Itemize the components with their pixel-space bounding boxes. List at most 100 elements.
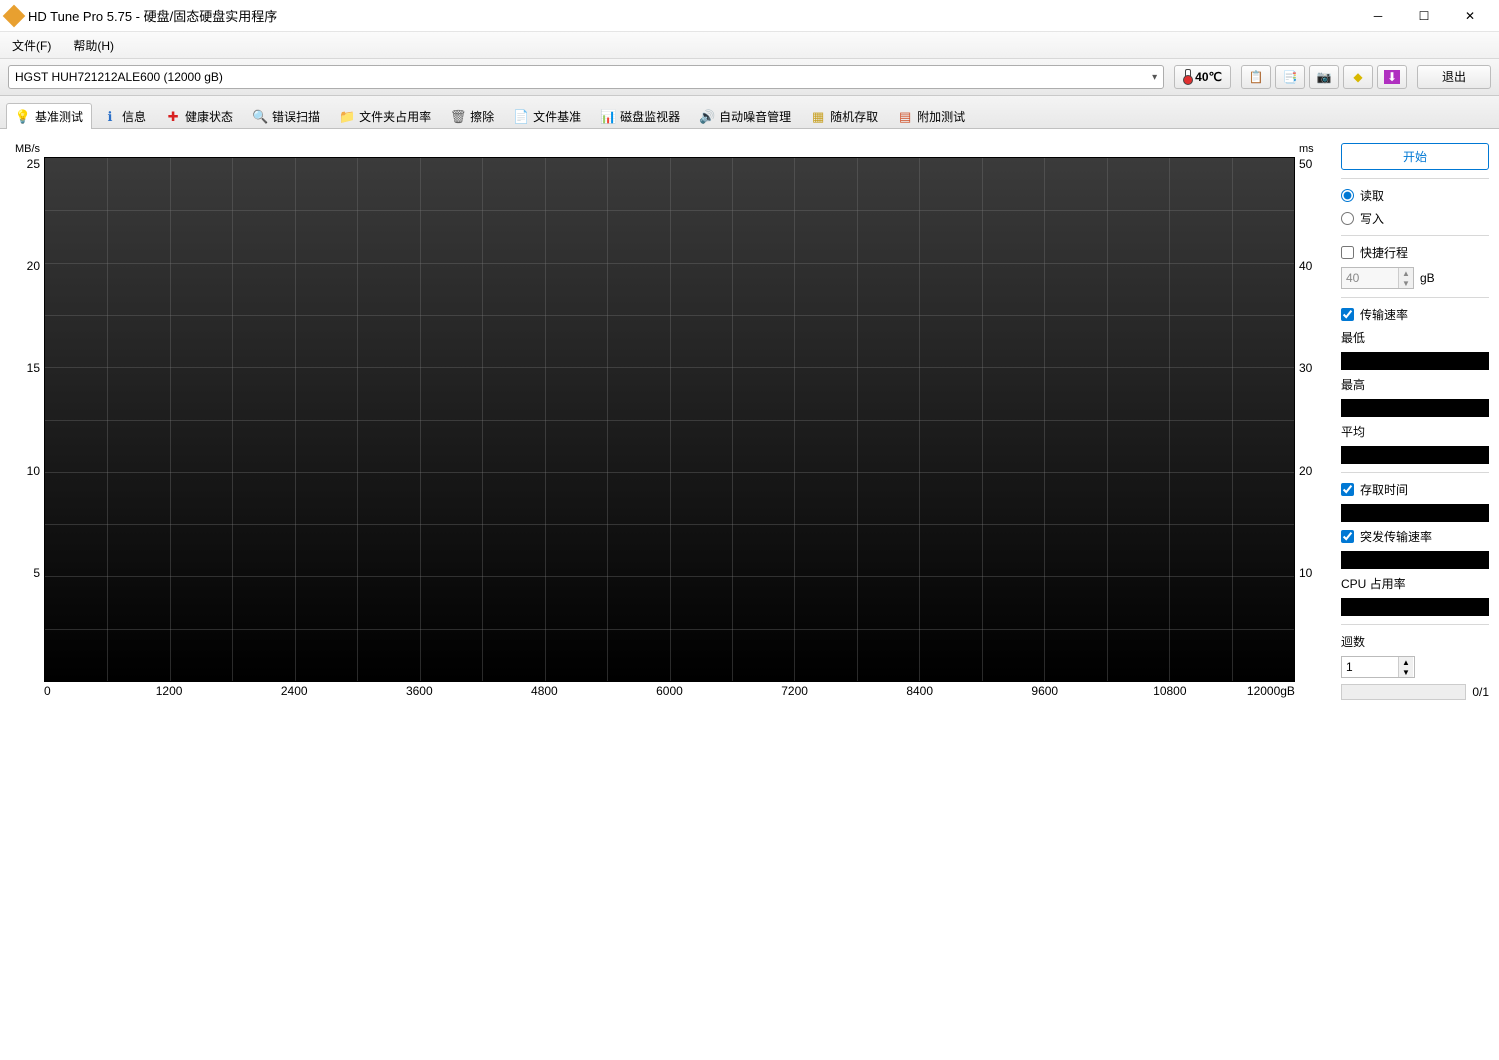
chevron-down-icon: ▾	[1152, 72, 1157, 83]
start-button[interactable]: 开始	[1341, 143, 1489, 170]
shortstroke-checkbox[interactable]	[1341, 246, 1354, 259]
burst-rate-checkbox[interactable]	[1341, 530, 1354, 543]
progress-bar	[1341, 684, 1466, 700]
plus-icon: ✚	[165, 109, 181, 125]
transfer-rate-check-row[interactable]: 传输速率	[1341, 306, 1489, 323]
options-icon: ◆	[1353, 70, 1362, 84]
burst-rate-label: 突发传输速率	[1360, 528, 1432, 545]
chart-column: 0120024003600480060007200840096001080012…	[44, 143, 1295, 700]
minimize-button[interactable]: ─	[1355, 0, 1401, 32]
tab-aam[interactable]: 🔊自动噪音管理	[690, 103, 800, 129]
loops-value[interactable]	[1342, 658, 1398, 676]
camera-icon: 📷	[1317, 70, 1332, 84]
shortstroke-label: 快捷行程	[1360, 244, 1408, 261]
tab-label: 文件夹占用率	[359, 108, 431, 125]
tab-info[interactable]: ℹ信息	[93, 103, 155, 129]
read-radio-row[interactable]: 读取	[1341, 187, 1489, 204]
read-radio[interactable]	[1341, 189, 1354, 202]
tab-errscan[interactable]: 🔍错误扫描	[243, 103, 329, 129]
tab-label: 文件基准	[533, 108, 581, 125]
drive-select[interactable]: HGST HUH721212ALE600 (12000 gB) ▾	[8, 65, 1164, 89]
benchmark-chart: MB/s 2520151050 012002400360048006000720…	[10, 143, 1331, 700]
copy-info-icon: 📑	[1283, 70, 1298, 84]
progress-text: 0/1	[1472, 685, 1489, 699]
window-title: HD Tune Pro 5.75 - 硬盘/固态硬盘实用程序	[28, 6, 1355, 25]
tab-folder[interactable]: 📁文件夹占用率	[330, 103, 440, 129]
y-right-tick: 50	[1299, 157, 1312, 171]
file-icon: 📄	[513, 109, 529, 125]
min-value-box	[1341, 352, 1489, 370]
tab-label: 随机存取	[830, 108, 878, 125]
y-axis-left: MB/s 2520151050	[10, 143, 44, 700]
y-axis-right: ms 50403020100	[1295, 143, 1331, 700]
close-button[interactable]: ✕	[1447, 0, 1493, 32]
options-button[interactable]: ◆	[1343, 65, 1373, 89]
shortstroke-value[interactable]	[1342, 269, 1398, 287]
toolbar: HGST HUH721212ALE600 (12000 gB) ▾ 40℃ 📋 …	[0, 59, 1499, 96]
tab-label: 擦除	[470, 108, 494, 125]
spinner-up-icon[interactable]: ▲	[1399, 657, 1413, 667]
tab-bar: 💡基准测试ℹ信息✚健康状态🔍错误扫描📁文件夹占用率🗑擦除📄文件基准📊磁盘监视器🔊…	[0, 96, 1499, 129]
tab-label: 磁盘监视器	[620, 108, 680, 125]
save-button[interactable]: ⬇	[1377, 65, 1407, 89]
tab-health[interactable]: ✚健康状态	[156, 103, 242, 129]
y-right-tick: 20	[1299, 464, 1312, 478]
y-left-tick: 5	[33, 566, 40, 580]
cpu-usage-label: CPU 占用率	[1341, 575, 1489, 592]
menu-bar: 文件(F) 帮助(H)	[0, 32, 1499, 59]
x-axis: 0120024003600480060007200840096001080012…	[44, 682, 1295, 700]
transfer-rate-checkbox[interactable]	[1341, 308, 1354, 321]
spinner-down-icon[interactable]: ▼	[1399, 667, 1413, 677]
tab-random[interactable]: ▦随机存取	[801, 103, 887, 129]
screenshot-button[interactable]: 📷	[1309, 65, 1339, 89]
spinner-up-icon[interactable]: ▲	[1399, 268, 1413, 278]
control-panel: 开始 读取 写入 快捷行程 ▲▼ gB 传输速率 最低 最高	[1341, 143, 1489, 700]
maximize-button[interactable]: ☐	[1401, 0, 1447, 32]
y-right-tick: 10	[1299, 566, 1312, 580]
y-right-tick: 30	[1299, 361, 1312, 375]
y-left-tick: 25	[27, 157, 40, 171]
sound-icon: 🔊	[699, 109, 715, 125]
loops-label: 迴数	[1341, 633, 1489, 650]
spinner-down-icon[interactable]: ▼	[1399, 278, 1413, 288]
exit-button[interactable]: 退出	[1417, 65, 1491, 89]
copy-text-button[interactable]: 📋	[1241, 65, 1271, 89]
tab-extra[interactable]: ▤附加测试	[888, 103, 974, 129]
fold-icon: 📁	[339, 109, 355, 125]
access-time-check-row[interactable]: 存取时间	[1341, 481, 1489, 498]
shortstroke-spinner[interactable]: ▲▼	[1341, 267, 1414, 289]
window-titlebar: HD Tune Pro 5.75 - 硬盘/固态硬盘实用程序 ─ ☐ ✕	[0, 0, 1499, 32]
gb-unit-label: gB	[1420, 271, 1435, 285]
y-left-tick: 15	[27, 361, 40, 375]
loops-spinner[interactable]: ▲▼	[1341, 656, 1415, 678]
info-icon: ℹ	[102, 109, 118, 125]
tab-diskmon[interactable]: 📊磁盘监视器	[591, 103, 689, 129]
tab-erase[interactable]: 🗑擦除	[441, 103, 503, 129]
thermometer-icon	[1183, 69, 1191, 85]
progress-row: 0/1	[1341, 684, 1489, 700]
burst-rate-value-box	[1341, 551, 1489, 569]
write-radio[interactable]	[1341, 212, 1354, 225]
app-icon	[3, 4, 26, 27]
access-time-checkbox[interactable]	[1341, 483, 1354, 496]
menu-help[interactable]: 帮助(H)	[69, 34, 118, 57]
access-time-value-box	[1341, 504, 1489, 522]
write-radio-row[interactable]: 写入	[1341, 210, 1489, 227]
menu-file[interactable]: 文件(F)	[8, 34, 55, 57]
drive-select-value: HGST HUH721212ALE600 (12000 gB)	[15, 70, 223, 84]
y-axis-right-unit: ms	[1299, 143, 1314, 157]
cpu-usage-value-box	[1341, 598, 1489, 616]
tab-benchmark[interactable]: 💡基准测试	[6, 103, 92, 129]
burst-rate-check-row[interactable]: 突发传输速率	[1341, 528, 1489, 545]
transfer-rate-label: 传输速率	[1360, 306, 1408, 323]
bulb-icon: 💡	[15, 109, 31, 125]
toolbar-buttons: 📋 📑 📷 ◆ ⬇	[1241, 65, 1407, 89]
tab-filebench[interactable]: 📄文件基准	[504, 103, 590, 129]
y-left-tick: 20	[27, 259, 40, 273]
copy-info-button[interactable]: 📑	[1275, 65, 1305, 89]
avg-value-box	[1341, 446, 1489, 464]
y-right-tick: 40	[1299, 259, 1312, 273]
tab-label: 基准测试	[35, 108, 83, 125]
shortstroke-check-row[interactable]: 快捷行程	[1341, 244, 1489, 261]
temperature-value: 40℃	[1195, 70, 1222, 84]
